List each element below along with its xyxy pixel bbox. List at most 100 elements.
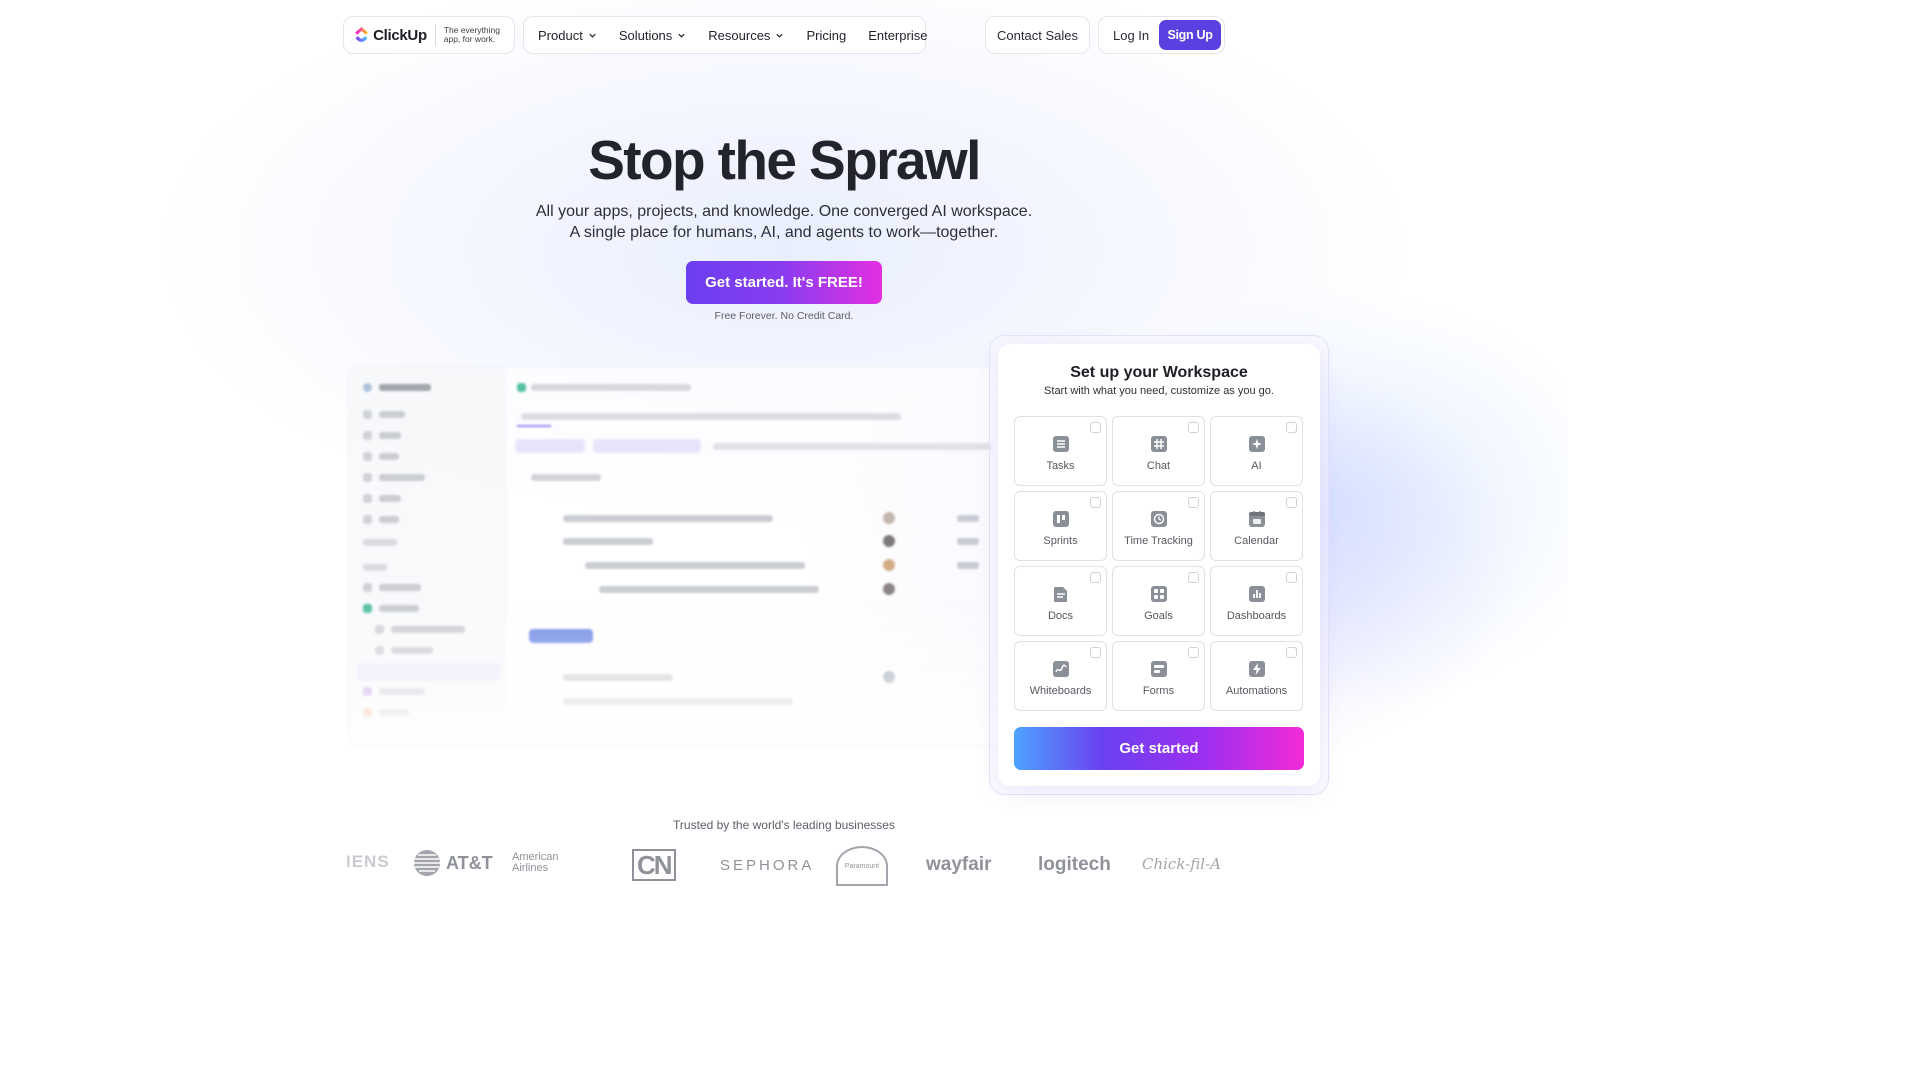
option-label: Goals [1144,609,1173,622]
get-started-free-button[interactable]: Get started. It's FREE! [686,261,882,304]
option-checkbox[interactable] [1286,497,1297,508]
brand-logo-chick-fil-a: Chick-fil-A [1142,855,1221,873]
option-checkbox[interactable] [1286,647,1297,658]
workspace-get-started-button[interactable]: Get started [1014,727,1304,770]
option-checkbox[interactable] [1188,497,1199,508]
app-preview-tabs [521,413,901,420]
option-tasks[interactable]: Tasks [1014,416,1107,486]
option-whiteboards[interactable]: Whiteboards [1014,641,1107,711]
option-sprints[interactable]: Sprints [1014,491,1107,561]
brand-logo-sephora: SEPHORA [720,857,815,874]
option-label: Forms [1142,684,1175,697]
app-preview-line [379,453,399,460]
whiteboard-icon [1052,660,1069,677]
app-preview-task [585,562,805,569]
att-globe-icon [414,850,440,876]
clock-icon [1150,510,1167,527]
app-preview-dot [363,452,372,461]
workspace-setup-subtitle: Start with what you need, customize as y… [1044,385,1274,397]
option-checkbox[interactable] [1286,572,1297,583]
option-checkbox[interactable] [1090,422,1101,433]
clickup-logo-icon [355,27,368,42]
option-label: Dashboards [1226,609,1287,622]
calendar-icon [1248,510,1265,527]
option-checkbox[interactable] [1090,572,1101,583]
menu-product-label: Product [538,27,583,43]
option-checkbox[interactable] [1188,647,1199,658]
option-chat[interactable]: Chat [1112,416,1205,486]
option-checkbox[interactable] [1090,647,1101,658]
brand-logo-cartoon-network: CN [632,849,676,881]
cta-note: Free Forever. No Credit Card. [714,310,854,322]
app-preview-line [363,564,387,571]
menu-enterprise[interactable]: Enterprise [868,28,927,43]
option-goals[interactable]: Goals [1112,566,1205,636]
option-calendar[interactable]: Calendar [1210,491,1303,561]
logo-wordmark: ClickUp [373,26,427,44]
brand-logo-siemens: IENS [346,852,390,871]
menu-solutions[interactable]: Solutions [619,28,686,43]
option-automations[interactable]: Automations [1210,641,1303,711]
app-preview-dot [363,410,372,419]
option-label: Sprints [1043,534,1078,547]
app-preview-dot [363,473,372,482]
hero-subtitle: All your apps, projects, and knowledge. … [0,201,1568,243]
app-preview-line [379,411,405,418]
app-preview-line [379,432,401,439]
app-preview-line [379,584,421,591]
app-preview-date [957,562,979,569]
option-checkbox[interactable] [1188,572,1199,583]
list-icon [1052,435,1069,452]
sparkle-icon [1248,435,1265,452]
menu-solutions-label: Solutions [618,27,673,43]
option-label: Chat [1146,459,1171,472]
option-checkbox[interactable] [1188,422,1199,433]
menu-resources[interactable]: Resources [708,28,784,43]
menu-product[interactable]: Product [538,28,597,43]
brand-logo-logitech: logitech [1038,854,1111,875]
option-checkbox[interactable] [1286,422,1297,433]
bolt-icon [1248,660,1265,677]
option-forms[interactable]: Forms [1112,641,1205,711]
logo-link[interactable]: ClickUp The everything app, for work. [343,16,515,54]
doc-icon [1053,586,1067,602]
menu-pricing[interactable]: Pricing [806,28,846,43]
option-docs[interactable]: Docs [1014,566,1107,636]
chevron-down-icon [589,33,596,38]
app-preview-date [957,538,979,545]
menu-resources-label: Resources [708,27,771,43]
brand-logo-american-airlines: American Airlines [512,851,559,874]
logo-tagline: The everything app, for work. [443,25,500,44]
contact-sales-button[interactable]: Contact Sales [985,16,1090,54]
app-preview-line [379,384,431,391]
option-checkbox[interactable] [1090,497,1101,508]
chevron-down-icon [678,33,685,38]
app-preview-line [379,495,401,502]
sprint-icon [1052,510,1069,527]
app-preview-workspace-icon [363,383,372,392]
hero-subtitle-line1: All your apps, projects, and knowledge. … [535,203,1033,220]
app-preview-image [348,366,1008,746]
app-preview-avatar [883,535,895,547]
option-label: Whiteboards [1029,684,1092,697]
hero-subtitle-line2: A single place for humans, AI, and agent… [569,224,999,241]
sign-up-button[interactable]: Sign Up [1159,20,1221,50]
hero-title: Stop the Sprawl [588,129,981,191]
option-dashboards[interactable]: Dashboards [1210,566,1303,636]
option-label: Tasks [1046,459,1075,472]
workspace-options-grid: Tasks Chat AI Sprints Time Tracking Cale… [1014,416,1304,712]
app-preview-task [563,515,773,522]
grid-icon [1150,585,1167,602]
app-preview-dot [363,583,372,592]
app-preview-group [531,474,601,481]
app-preview-date [957,515,979,522]
option-label: Calendar [1234,534,1279,547]
option-time-tracking[interactable]: Time Tracking [1112,491,1205,561]
app-preview-tab-underline [517,425,551,427]
option-ai[interactable]: AI [1210,416,1303,486]
log-in-link[interactable]: Log In [1113,28,1149,43]
workspace-setup-title: Set up your Workspace [1070,364,1248,381]
app-preview-breadcrumb [531,384,691,391]
auth-group: Log In Sign Up [1098,16,1225,54]
hash-icon [1150,435,1167,452]
